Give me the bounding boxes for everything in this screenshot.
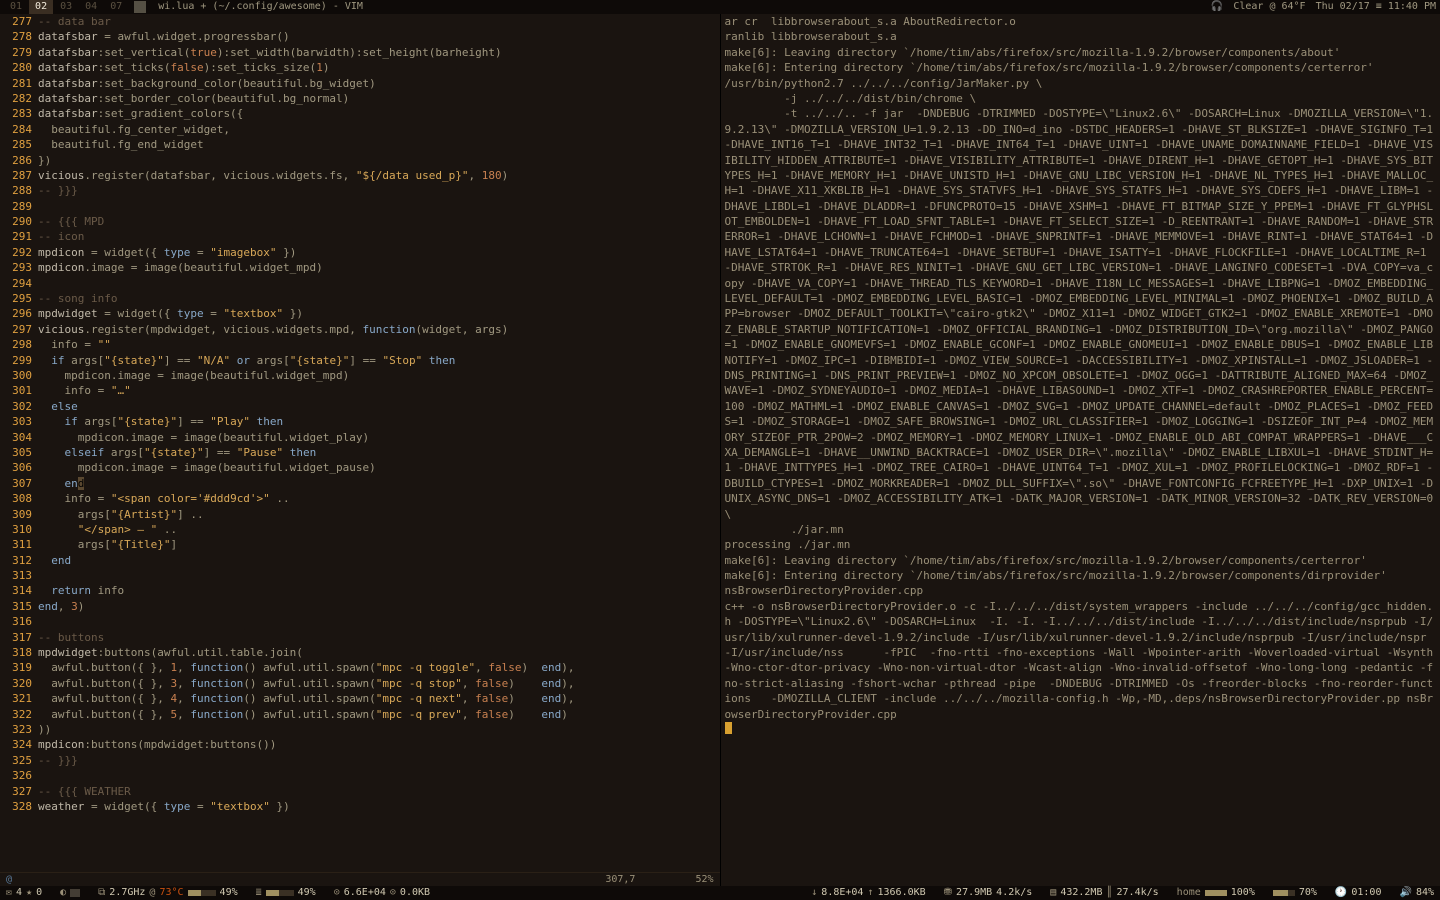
disk-write: 0.0KB (400, 886, 430, 900)
disk-icon2: ⊙ (390, 886, 396, 900)
rss-icon[interactable]: ★ (26, 886, 32, 900)
awesome-statusbar: ✉4 ★0 ◐ ⧉2.7GHz @73°C 49% ≣49% ⊙6.6E+04 … (0, 886, 1440, 900)
bat-icon (70, 889, 80, 897)
home-label: home (1177, 886, 1201, 900)
mem-pct: 49% (298, 886, 316, 900)
pacman-icon[interactable]: ◐ (60, 886, 66, 900)
disk-read: 6.6E+04 (344, 886, 386, 900)
netup-icon: ↑ (867, 886, 873, 900)
window-title: wi.lua + (~/.config/awesome) - VIM (158, 0, 363, 14)
home-pct: 100% (1231, 886, 1255, 900)
ram-val: 432.2MB (1060, 886, 1102, 900)
volume-pct: 84% (1416, 886, 1434, 900)
hdd-rate: 4.2k/s (996, 886, 1032, 900)
vim-scroll-pct: 52% (695, 873, 713, 886)
tag-03[interactable]: 03 (54, 0, 78, 14)
ram-icon: ▤ (1050, 886, 1056, 900)
uptime: 01:00 (1351, 886, 1381, 900)
hdd-icon: ⛃ (944, 886, 952, 900)
clock-icon: 🕐 (1335, 886, 1347, 900)
terminal-pane[interactable]: rxvt-256color ar cr libbrowserabout_s.a … (721, 14, 1440, 886)
disk-icon: ⊙ (334, 886, 340, 900)
terminal-output: ar cr libbrowserabout_s.a AboutRedirecto… (725, 14, 1437, 738)
mem-icon: ≣ (256, 886, 262, 900)
mail-count: 4 (16, 886, 22, 900)
hdd-val: 27.9MB (956, 886, 992, 900)
audio-icon[interactable]: 🎧 (1211, 0, 1223, 14)
vim-statusline: @ 307,7 52% (0, 872, 720, 886)
editor-content[interactable]: 277-- data bar278datafsbar = awful.widge… (4, 14, 716, 814)
layout-icon[interactable] (134, 1, 146, 13)
root-pct: 70% (1299, 886, 1317, 900)
terminal-cursor (725, 722, 732, 734)
tag-02[interactable]: 02 (29, 0, 53, 14)
net-up: 1366.0KB (877, 886, 925, 900)
io-icon: ║ (1106, 886, 1112, 900)
cpu-bar-pct: 49% (220, 886, 238, 900)
datetime-text: Thu 02/17 ≡ 11:40 PM (1316, 0, 1436, 14)
tag-07[interactable]: 07 (104, 0, 128, 14)
tag-01[interactable]: 01 (4, 0, 28, 14)
net-down: 8.8E+04 (821, 886, 863, 900)
cpu-freq: 2.7GHz (109, 886, 145, 900)
cpu-temp: 73°C (159, 886, 183, 900)
rss-count: 0 (36, 886, 42, 900)
volume-icon[interactable]: 🔊 (1399, 886, 1411, 900)
tag-list: 0102030407 (4, 0, 128, 14)
weather-text: Clear @ 64°F (1233, 0, 1305, 14)
tag-04[interactable]: 04 (79, 0, 103, 14)
mail-icon[interactable]: ✉ (6, 886, 12, 900)
cpu-icon: ⧉ (98, 886, 105, 900)
vim-cursor-pos: 307,7 (605, 873, 635, 886)
vim-pane[interactable]: 277-- data bar278datafsbar = awful.widge… (0, 14, 721, 886)
awesome-topbar: 0102030407 wi.lua + (~/.config/awesome) … (0, 0, 1440, 14)
netdown-icon: ↓ (811, 886, 817, 900)
io-rate: 27.4k/s (1117, 886, 1159, 900)
